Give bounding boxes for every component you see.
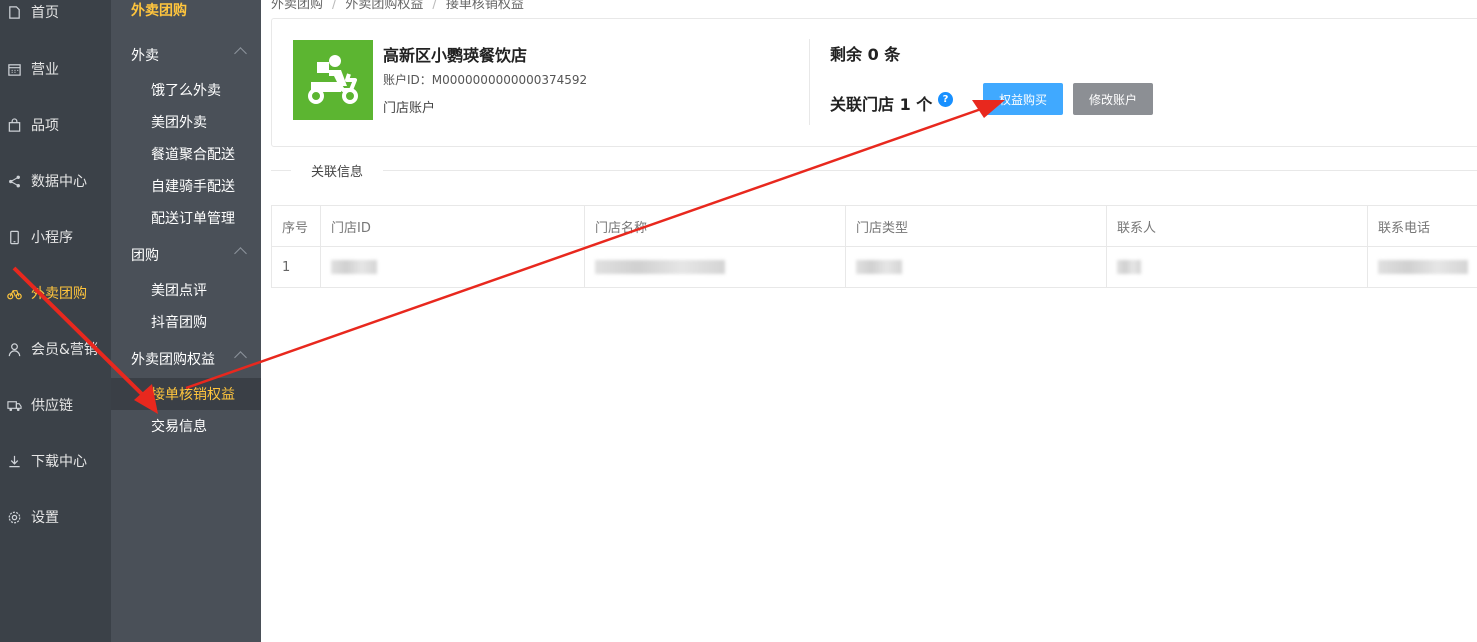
- primary-nav-rail: 首页 营业 品项 数据中心 小程序 外卖团购 会员&营销 供应链 下载中心 设置: [0, 0, 111, 642]
- phone-icon: [6, 229, 22, 245]
- breadcrumb-item[interactable]: 外卖团购: [271, 0, 323, 12]
- edit-account-button[interactable]: 修改账户: [1073, 83, 1153, 115]
- bag-icon: [6, 117, 22, 133]
- submenu-item-own-rider-delivery[interactable]: 自建骑手配送: [111, 170, 261, 202]
- submenu-item-douyin-groupbuy[interactable]: 抖音团购: [111, 306, 261, 338]
- submenu-item-transactions[interactable]: 交易信息: [111, 410, 261, 442]
- submenu-item-aggregate-delivery[interactable]: 餐道聚合配送: [111, 138, 261, 170]
- nav-item-supply-chain[interactable]: 供应链: [0, 377, 111, 433]
- breadcrumb-current: 接单核销权益: [445, 0, 524, 12]
- share-icon: [6, 173, 22, 189]
- nav-item-download-center[interactable]: 下载中心: [0, 433, 111, 489]
- chevron-up-icon: [234, 351, 247, 364]
- chevron-up-icon: [234, 247, 247, 260]
- redacted-contact: [1107, 247, 1368, 287]
- table-header-row: 序号 门店ID 门店名称 门店类型 联系人 联系电话: [272, 206, 1477, 247]
- main-content: 外卖团购 / 外卖团购权益 / 接单核销权益 高新区小鹦瑛餐饮店 账户ID：M00000…: [261, 0, 1477, 642]
- user-icon: [6, 341, 22, 357]
- submenu-group-tuangou[interactable]: 团购: [111, 240, 261, 270]
- section-divider: [271, 170, 1477, 171]
- submenu-group-waimai[interactable]: 外卖: [111, 40, 261, 70]
- card-divider: [809, 39, 810, 125]
- column-header: 门店名称: [585, 206, 846, 246]
- redacted-store-id: [321, 247, 585, 287]
- buy-rights-button[interactable]: 权益购买: [983, 83, 1063, 115]
- account-type: 门店账户: [383, 101, 436, 116]
- remaining-count: 剩余 0 条: [830, 45, 901, 64]
- breadcrumb-item[interactable]: 外卖团购权益: [345, 0, 423, 12]
- secondary-nav: 外卖团购 外卖 饿了么外卖 美团外卖 餐道聚合配送 自建骑手配送 配送订单管理 …: [111, 0, 261, 642]
- column-header: 联系人: [1107, 206, 1368, 246]
- shop-logo: [293, 40, 373, 120]
- home-icon: [6, 4, 22, 20]
- nav-item-home[interactable]: 首页: [0, 0, 111, 40]
- linked-stores-table: 序号 门店ID 门店名称 门店类型 联系人 联系电话 1: [271, 205, 1477, 288]
- row-index: 1: [272, 247, 321, 287]
- submenu-group-rights[interactable]: 外卖团购权益: [111, 344, 261, 374]
- truck-icon: [6, 397, 22, 413]
- calendar-icon: [6, 61, 22, 77]
- redacted-store-name: [585, 247, 846, 287]
- nav-item-business[interactable]: 营业: [0, 41, 111, 97]
- account-card: 高新区小鹦瑛餐饮店 账户ID：M0000000000000374592 门店账户…: [271, 18, 1477, 147]
- shop-name: 高新区小鹦瑛餐饮店: [383, 46, 528, 65]
- breadcrumb: 外卖团购 / 外卖团购权益 / 接单核销权益: [271, 0, 524, 12]
- download-icon: [6, 453, 22, 469]
- gear-icon: [6, 509, 22, 525]
- section-title: 关联信息: [291, 161, 384, 180]
- column-header: 门店ID: [321, 206, 585, 246]
- nav-item-settings[interactable]: 设置: [0, 489, 111, 545]
- nav-item-delivery-groupbuy[interactable]: 外卖团购: [0, 265, 111, 321]
- help-icon[interactable]: ?: [938, 92, 953, 107]
- submenu-item-order-verify-rights[interactable]: 接单核销权益: [111, 378, 261, 410]
- bike-icon: [6, 285, 22, 301]
- submenu-item-eleme[interactable]: 饿了么外卖: [111, 74, 261, 106]
- column-header: 联系电话: [1378, 220, 1431, 236]
- nav-item-products[interactable]: 品项: [0, 97, 111, 153]
- scooter-delivery-icon: [308, 55, 358, 104]
- column-header: 序号: [272, 206, 321, 246]
- column-header: 门店类型: [846, 206, 1107, 246]
- redacted-phone: [1368, 247, 1477, 287]
- nav-item-members-marketing[interactable]: 会员&营销: [0, 321, 111, 377]
- submenu-item-delivery-orders[interactable]: 配送订单管理: [111, 202, 261, 234]
- chevron-up-icon: [234, 47, 247, 60]
- submenu-header: 外卖团购: [131, 3, 187, 19]
- redacted-store-type: [846, 247, 1107, 287]
- linked-store-count: 关联门店 1 个: [830, 95, 933, 114]
- submenu-item-meituan-dianping[interactable]: 美团点评: [111, 274, 261, 306]
- account-id: 账户ID：M0000000000000374592: [383, 73, 588, 87]
- submenu-item-meituan-waimai[interactable]: 美团外卖: [111, 106, 261, 138]
- nav-item-data-center[interactable]: 数据中心: [0, 153, 111, 209]
- nav-item-mini-program[interactable]: 小程序: [0, 209, 111, 265]
- table-row[interactable]: 1: [272, 247, 1477, 288]
